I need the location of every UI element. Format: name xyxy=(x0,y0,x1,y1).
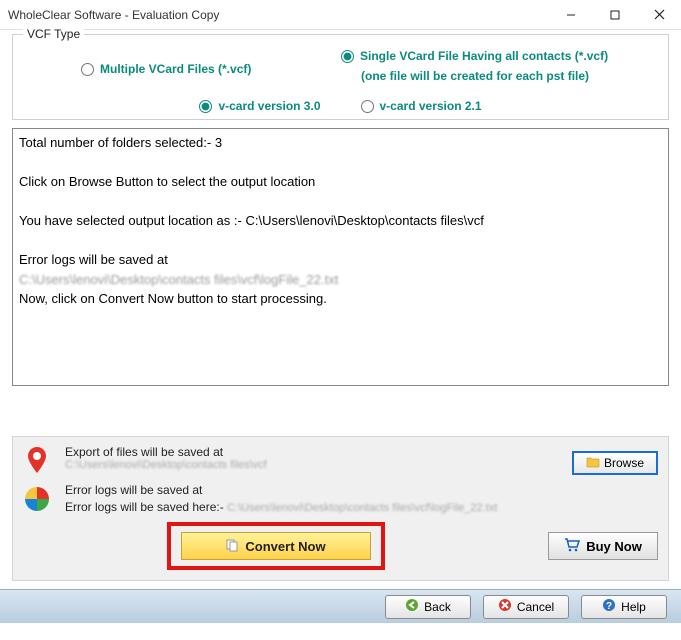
radio-single-vcard[interactable]: Single VCard File Having all contacts (*… xyxy=(341,49,651,83)
errorlog-path: C:\Users\lenovi\Desktop\contacts files\v… xyxy=(227,502,497,514)
radio-version-30[interactable]: v-card version 3.0 xyxy=(199,99,320,113)
convert-highlight-box: Convert Now xyxy=(167,522,385,570)
log-textarea[interactable]: Total number of folders selected:- 3 Cli… xyxy=(12,128,669,386)
vcard-version-row: v-card version 3.0 v-card version 2.1 xyxy=(21,99,660,113)
radio-single-label: Single VCard File Having all contacts (*… xyxy=(360,49,608,63)
radio-single-sublabel: (one file will be created for each pst f… xyxy=(341,69,589,83)
log-line-blurred: C:\Users\lenovi\Desktop\contacts files\v… xyxy=(19,270,662,290)
close-button[interactable] xyxy=(637,0,681,30)
maximize-button[interactable] xyxy=(593,0,637,30)
radio-multiple-label: Multiple VCard Files (*.vcf) xyxy=(100,62,251,76)
help-label: Help xyxy=(621,600,646,614)
errorlog-row: Error logs will be saved at Error logs w… xyxy=(23,483,658,514)
browse-label: Browse xyxy=(604,456,644,470)
browse-button[interactable]: Browse xyxy=(572,451,658,475)
radio-multiple-input[interactable] xyxy=(81,63,94,76)
export-row: Export of files will be saved at C:\User… xyxy=(23,445,658,475)
minimize-button[interactable] xyxy=(549,0,593,30)
buy-label: Buy Now xyxy=(586,539,642,554)
back-arrow-icon xyxy=(405,598,419,615)
cancel-button[interactable]: Cancel xyxy=(483,595,569,619)
buy-now-button[interactable]: Buy Now xyxy=(548,532,658,560)
convert-label: Convert Now xyxy=(245,539,325,554)
cancel-label: Cancel xyxy=(517,600,554,614)
radio-v21-label: v-card version 2.1 xyxy=(380,99,482,113)
radio-version-21[interactable]: v-card version 2.1 xyxy=(361,99,482,113)
log-line: You have selected output location as :- … xyxy=(19,211,662,231)
location-pin-icon xyxy=(23,447,51,475)
folder-icon xyxy=(586,456,600,471)
export-path: C:\Users\lenovi\Desktop\contacts files\v… xyxy=(65,459,558,471)
radio-v30-input[interactable] xyxy=(199,100,212,113)
back-label: Back xyxy=(424,600,451,614)
vcf-type-group: VCF Type Multiple VCard Files (*.vcf) Si… xyxy=(12,34,669,120)
cart-icon xyxy=(564,538,580,555)
radio-multiple-vcard[interactable]: Multiple VCard Files (*.vcf) xyxy=(21,55,341,83)
errorlog-label: Error logs will be saved at xyxy=(65,483,658,497)
cancel-icon xyxy=(498,598,512,615)
export-label: Export of files will be saved at xyxy=(65,445,558,459)
radio-v30-label: v-card version 3.0 xyxy=(218,99,320,113)
help-icon: ? xyxy=(602,598,616,615)
radio-v21-input[interactable] xyxy=(361,100,374,113)
errorlog-line2: Error logs will be saved here:- xyxy=(65,500,227,514)
titlebar: WholeClear Software - Evaluation Copy xyxy=(0,0,681,30)
pie-chart-icon xyxy=(23,485,51,513)
footer-bar: Back Cancel ? Help xyxy=(0,589,681,623)
help-button[interactable]: ? Help xyxy=(581,595,667,619)
bottom-panel: Export of files will be saved at C:\User… xyxy=(12,436,669,581)
convert-now-button[interactable]: Convert Now xyxy=(181,532,371,560)
convert-icon xyxy=(225,538,239,555)
log-line: Click on Browse Button to select the out… xyxy=(19,172,662,192)
log-line: Error logs will be saved at xyxy=(19,250,662,270)
svg-text:?: ? xyxy=(606,601,612,612)
log-line: Now, click on Convert Now button to star… xyxy=(19,289,662,309)
back-button[interactable]: Back xyxy=(385,595,471,619)
action-row: Convert Now Buy Now xyxy=(23,522,658,570)
vcf-type-legend: VCF Type xyxy=(23,27,84,41)
radio-single-input[interactable] xyxy=(341,50,354,63)
window-title: WholeClear Software - Evaluation Copy xyxy=(8,8,549,22)
log-line: Total number of folders selected:- 3 xyxy=(19,133,662,153)
